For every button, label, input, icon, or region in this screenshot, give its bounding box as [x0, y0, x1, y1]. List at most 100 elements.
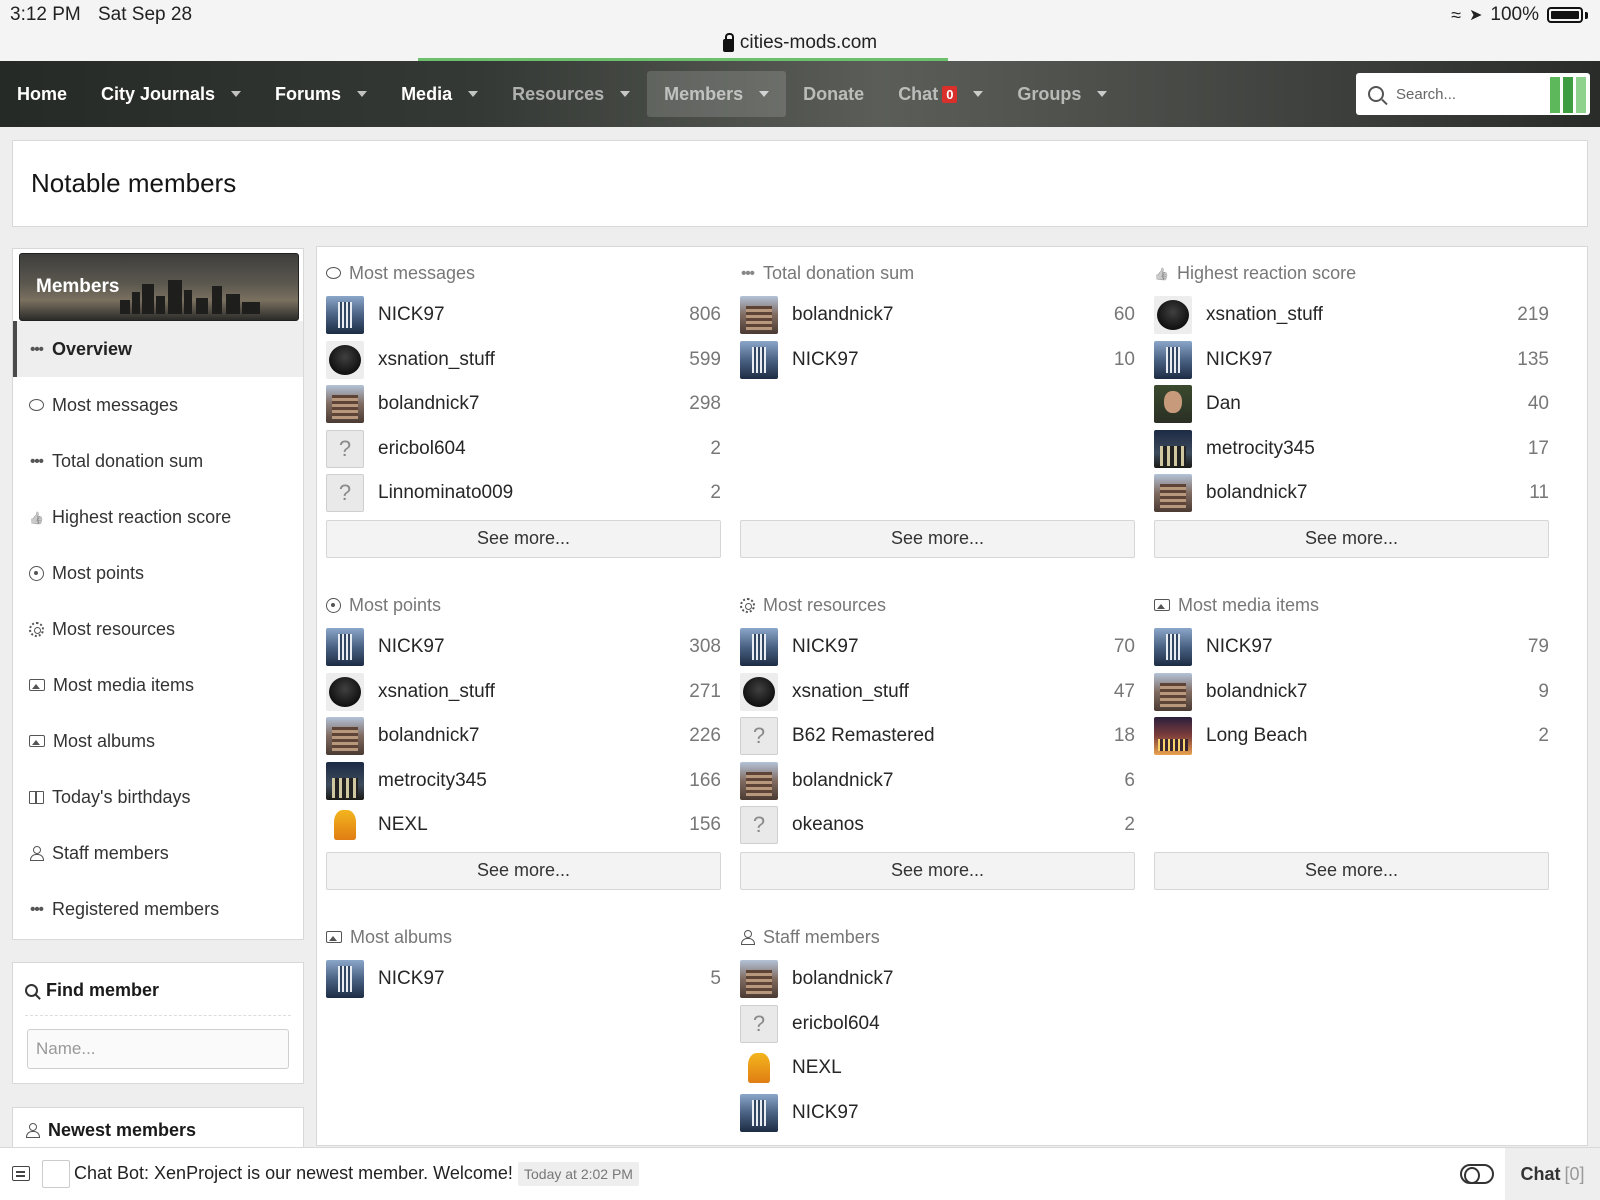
see-more-button[interactable]: See more... — [1154, 519, 1549, 558]
nav-item-city-journals[interactable]: City Journals — [84, 71, 258, 117]
url-bar[interactable]: cities-mods.com — [0, 30, 1600, 61]
chat-tab[interactable]: Chat [0] — [1505, 1148, 1600, 1200]
avatar[interactable] — [740, 672, 778, 711]
member-name-link[interactable]: NEXL — [792, 1057, 1135, 1079]
avatar[interactable] — [326, 761, 364, 800]
chat-icon[interactable] — [12, 1166, 30, 1181]
url-display[interactable]: cities-mods.com — [722, 32, 877, 54]
member-name-link[interactable]: bolandnick7 — [1206, 482, 1529, 504]
card-title[interactable]: Most media items — [1154, 593, 1549, 617]
search-placeholder[interactable]: Search... — [1396, 86, 1456, 103]
avatar[interactable] — [740, 761, 778, 800]
chat-checkbox[interactable] — [42, 1160, 70, 1188]
avatar[interactable]: ? — [740, 806, 778, 845]
avatar[interactable] — [740, 1049, 778, 1088]
member-name-link[interactable]: metrocity345 — [1206, 438, 1528, 460]
member-name-link[interactable]: NEXL — [378, 814, 689, 836]
avatar[interactable] — [326, 672, 364, 711]
avatar[interactable] — [326, 340, 364, 379]
member-name-link[interactable]: B62 Remastered — [792, 725, 1114, 747]
member-name-link[interactable]: NICK97 — [378, 968, 710, 990]
avatar[interactable] — [1154, 340, 1192, 379]
sidebar-item-highest-reaction-score[interactable]: Highest reaction score — [13, 489, 303, 545]
member-name-link[interactable]: xsnation_stuff — [378, 681, 689, 703]
member-name-link[interactable]: Dan — [1206, 393, 1528, 415]
nav-item-home[interactable]: Home — [0, 71, 84, 117]
nav-item-groups[interactable]: Groups — [1000, 71, 1124, 117]
nav-item-media[interactable]: Media — [384, 71, 495, 117]
chevron-down-icon[interactable] — [357, 91, 368, 97]
avatar[interactable] — [326, 296, 364, 335]
member-name-link[interactable]: bolandnick7 — [378, 725, 689, 747]
sidebar-item-registered-members[interactable]: ••• Registered members — [13, 881, 303, 937]
avatar[interactable] — [1154, 429, 1192, 468]
member-name-link[interactable]: ericbol604 — [792, 1013, 1135, 1035]
sidebar-item-staff-members[interactable]: Staff members — [13, 825, 303, 881]
sidebar-item-total-donation-sum[interactable]: ••• Total donation sum — [13, 433, 303, 489]
card-title[interactable]: ••• Total donation sum — [740, 261, 1135, 285]
member-name-link[interactable]: NICK97 — [1206, 636, 1528, 658]
avatar[interactable] — [1154, 628, 1192, 667]
sidebar-item-most-points[interactable]: Most points — [13, 545, 303, 601]
member-name-link[interactable]: bolandnick7 — [792, 968, 1135, 990]
chevron-down-icon[interactable] — [1097, 91, 1108, 97]
sidebar-item-most-messages[interactable]: Most messages — [13, 377, 303, 433]
see-more-button[interactable]: See more... — [1154, 851, 1549, 890]
member-name-link[interactable]: okeanos — [792, 814, 1124, 836]
avatar[interactable] — [1154, 385, 1192, 424]
member-name-link[interactable]: NICK97 — [792, 349, 1114, 371]
member-name-link[interactable]: NICK97 — [378, 304, 689, 326]
member-name-link[interactable]: bolandnick7 — [792, 770, 1124, 792]
card-title[interactable]: Most albums — [326, 925, 721, 949]
chevron-down-icon[interactable] — [620, 91, 631, 97]
member-name-link[interactable]: xsnation_stuff — [378, 349, 689, 371]
sidebar-item-today-s-birthdays[interactable]: Today's birthdays — [13, 769, 303, 825]
member-name-link[interactable]: NICK97 — [792, 1102, 1135, 1124]
member-name-link[interactable]: xsnation_stuff — [1206, 304, 1517, 326]
nav-item-chat[interactable]: Chat 0 — [881, 71, 1000, 117]
sidebar-item-overview[interactable]: ••• Overview — [13, 321, 303, 377]
avatar[interactable] — [740, 296, 778, 335]
avatar[interactable] — [326, 717, 364, 756]
chevron-down-icon[interactable] — [973, 91, 984, 97]
member-name-link[interactable]: NICK97 — [792, 636, 1114, 658]
card-title[interactable]: Most messages — [326, 261, 721, 285]
avatar[interactable] — [326, 960, 364, 999]
avatar[interactable] — [740, 960, 778, 999]
avatar[interactable] — [1154, 672, 1192, 711]
see-more-button[interactable]: See more... — [326, 519, 721, 558]
nav-item-forums[interactable]: Forums — [258, 71, 384, 117]
nav-search[interactable]: Search... — [1356, 73, 1590, 115]
member-name-link[interactable]: xsnation_stuff — [792, 681, 1114, 703]
see-more-button[interactable]: See more... — [740, 851, 1135, 890]
chevron-down-icon[interactable] — [468, 91, 479, 97]
member-name-link[interactable]: NICK97 — [1206, 349, 1517, 371]
see-more-button[interactable]: See more... — [740, 519, 1135, 558]
avatar[interactable]: ? — [740, 1004, 778, 1043]
chevron-down-icon[interactable] — [231, 91, 242, 97]
avatar[interactable] — [326, 806, 364, 845]
member-name-link[interactable]: bolandnick7 — [792, 304, 1114, 326]
member-name-link[interactable]: bolandnick7 — [378, 393, 689, 415]
avatar[interactable]: ? — [326, 429, 364, 468]
sidebar-item-most-resources[interactable]: Most resources — [13, 601, 303, 657]
chevron-down-icon[interactable] — [759, 91, 770, 97]
nav-item-donate[interactable]: Donate — [786, 71, 881, 117]
see-more-button[interactable]: See more... — [326, 851, 721, 890]
card-title[interactable]: Most points — [326, 593, 721, 617]
nav-item-resources[interactable]: Resources — [495, 71, 647, 117]
member-name-link[interactable]: Linnominato009 — [378, 482, 710, 504]
avatar[interactable] — [326, 385, 364, 424]
avatar[interactable] — [1154, 474, 1192, 513]
member-name-link[interactable]: ericbol604 — [378, 438, 710, 460]
avatar[interactable] — [740, 628, 778, 667]
member-name-link[interactable]: bolandnick7 — [1206, 681, 1538, 703]
avatar[interactable]: ? — [740, 717, 778, 756]
card-title[interactable]: Highest reaction score — [1154, 261, 1549, 285]
avatar[interactable] — [740, 1093, 778, 1132]
toggle-icon[interactable] — [1460, 1164, 1494, 1184]
card-title[interactable]: Most resources — [740, 593, 1135, 617]
sidebar-item-most-media-items[interactable]: Most media items — [13, 657, 303, 713]
sidebar-item-most-albums[interactable]: Most albums — [13, 713, 303, 769]
member-name-link[interactable]: NICK97 — [378, 636, 689, 658]
